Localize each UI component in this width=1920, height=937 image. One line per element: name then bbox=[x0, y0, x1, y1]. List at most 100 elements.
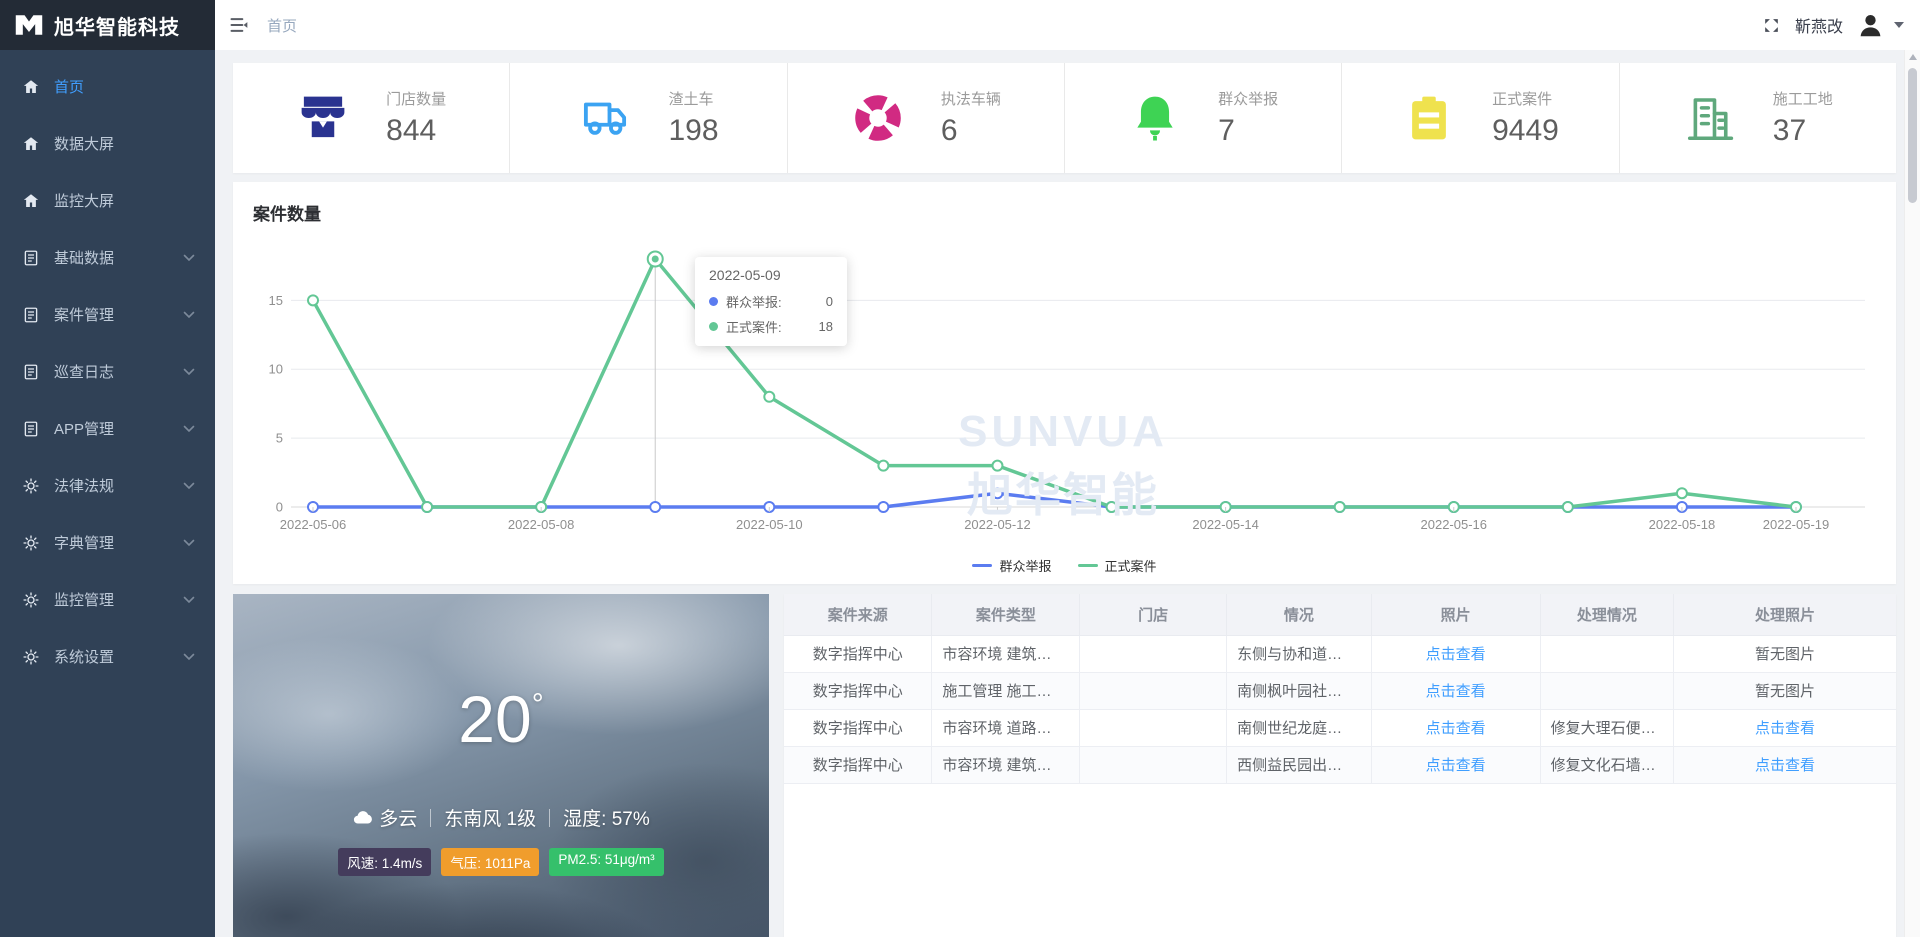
document-icon bbox=[22, 306, 40, 324]
sidebar-item-patrol-log[interactable]: 巡查日志 bbox=[0, 343, 215, 400]
table-cell: 暂无图片 bbox=[1674, 672, 1896, 709]
gear-icon bbox=[22, 477, 40, 495]
breadcrumb[interactable]: 首页 bbox=[267, 15, 297, 36]
svg-text:2022-05-08: 2022-05-08 bbox=[508, 517, 574, 532]
table-cell: 市容环境 道路… bbox=[932, 709, 1080, 746]
table-row: 数字指挥中心 市容环境 建筑… 东侧与协和道… 点击查看 暂无图片 bbox=[784, 635, 1896, 672]
table-header: 处理照片 bbox=[1674, 594, 1896, 635]
sidebar-item-label: 数据大屏 bbox=[54, 133, 114, 154]
table-cell-text: 修复文化石墙… bbox=[1551, 757, 1656, 774]
sidebar-item-case-mgmt[interactable]: 案件管理 bbox=[0, 286, 215, 343]
svg-text:2022-05-16: 2022-05-16 bbox=[1421, 517, 1488, 532]
case-table-card: 案件来源案件类型门店情况照片处理情况处理照片数字指挥中心市容环境 建筑…东侧与协… bbox=[784, 594, 1896, 937]
clipboard-icon bbox=[1402, 91, 1456, 145]
table-cell-text: 西侧益民园出… bbox=[1237, 757, 1342, 774]
building-icon bbox=[1683, 91, 1737, 145]
weather-badge: 气压: 1011Pa bbox=[441, 848, 539, 876]
legend-item[interactable]: 正式案件 bbox=[1078, 556, 1157, 575]
sidebar-toggle-icon[interactable] bbox=[229, 15, 249, 35]
temperature: 20° bbox=[458, 686, 543, 752]
view-photo-link[interactable]: 点击查看 bbox=[1426, 720, 1486, 737]
shop-icon bbox=[296, 91, 350, 145]
weather-humidity: 湿度: 57% bbox=[563, 804, 650, 831]
table-cell: 点击查看 bbox=[1674, 709, 1896, 746]
document-icon bbox=[22, 420, 40, 438]
scrollbar-thumb[interactable] bbox=[1908, 68, 1917, 203]
sidebar-item-dict-mgmt[interactable]: 字典管理 bbox=[0, 514, 215, 571]
table-row: 数字指挥中心施工管理 施工…南侧枫叶园社…点击查看暂无图片 bbox=[784, 672, 1896, 709]
avatar[interactable] bbox=[1857, 12, 1884, 39]
brand-logo-icon bbox=[14, 13, 44, 37]
sidebar-menu: 首页数据大屏监控大屏基础数据案件管理巡查日志APP管理法律法规字典管理监控管理系… bbox=[0, 50, 215, 685]
table-cell: 市容环境 建筑… bbox=[932, 635, 1080, 672]
home-icon bbox=[22, 192, 40, 210]
main-area: 首页 靳燕改 门店数量844渣土车198执法车辆6群众举报7正式案件9449施工… bbox=[215, 0, 1920, 937]
weather-card: 20° 多云 东南风 1级 湿度: 57% 风速: 1.4m/s气压: 1011… bbox=[233, 594, 769, 937]
sidebar-item-monitor-screen[interactable]: 监控大屏 bbox=[0, 172, 215, 229]
table-cell: 点击查看 bbox=[1371, 635, 1540, 672]
sidebar-item-home[interactable]: 首页 bbox=[0, 58, 215, 115]
sidebar-item-label: 基础数据 bbox=[54, 247, 114, 268]
weather-badges: 风速: 1.4m/s气压: 1011PaPM2.5: 51μg/m³ bbox=[338, 848, 663, 876]
sidebar-item-laws[interactable]: 法律法规 bbox=[0, 457, 215, 514]
table-cell-text: 数字指挥中心 bbox=[813, 646, 903, 663]
caret-down-icon[interactable] bbox=[1894, 22, 1904, 28]
table-cell: 暂无图片 bbox=[1674, 635, 1896, 672]
svg-text:5: 5 bbox=[276, 431, 283, 446]
view-photo-link[interactable]: 点击查看 bbox=[1426, 683, 1486, 700]
divider bbox=[430, 809, 431, 827]
weather-badge: PM2.5: 51μg/m³ bbox=[549, 848, 663, 876]
sidebar-item-label: 法律法规 bbox=[54, 475, 114, 496]
sidebar-item-label: 案件管理 bbox=[54, 304, 114, 325]
chevron-down-icon bbox=[183, 653, 195, 661]
chart-tooltip: 2022-05-09 群众举报: 0 正式案件: 18 bbox=[695, 257, 847, 346]
sidebar-item-data-screen[interactable]: 数据大屏 bbox=[0, 115, 215, 172]
stat-card-stores: 门店数量844 bbox=[233, 63, 509, 173]
scrollbar[interactable] bbox=[1904, 50, 1920, 937]
table-cell-text: 暂无图片 bbox=[1755, 683, 1815, 700]
table-header: 处理情况 bbox=[1540, 594, 1673, 635]
sidebar-item-monitor-mgmt[interactable]: 监控管理 bbox=[0, 571, 215, 628]
table-cell: 数字指挥中心 bbox=[784, 672, 932, 709]
username[interactable]: 靳燕改 bbox=[1795, 13, 1843, 37]
stat-value: 6 bbox=[941, 114, 1001, 148]
svg-text:10: 10 bbox=[269, 362, 283, 377]
fullscreen-icon[interactable] bbox=[1762, 16, 1781, 35]
stat-card-muck-trucks: 渣土车198 bbox=[509, 63, 786, 173]
table-cell bbox=[1540, 672, 1673, 709]
lifebuoy-icon bbox=[851, 91, 905, 145]
table-cell: 点击查看 bbox=[1371, 672, 1540, 709]
table-header: 照片 bbox=[1371, 594, 1540, 635]
svg-text:0: 0 bbox=[276, 500, 283, 515]
table-cell: 市容环境 建筑… bbox=[932, 746, 1080, 783]
truck-icon bbox=[578, 91, 632, 145]
view-photo-link[interactable]: 点击查看 bbox=[1755, 757, 1815, 774]
series-dot-icon bbox=[709, 322, 718, 331]
stat-card-law-vehicles: 执法车辆6 bbox=[787, 63, 1064, 173]
topbar-right: 靳燕改 bbox=[1762, 12, 1904, 39]
scroll-up-icon[interactable] bbox=[1909, 54, 1917, 60]
legend-item[interactable]: 群众举报 bbox=[972, 556, 1051, 575]
sidebar-item-app-mgmt[interactable]: APP管理 bbox=[0, 400, 215, 457]
sidebar-item-base-data[interactable]: 基础数据 bbox=[0, 229, 215, 286]
gear-icon bbox=[22, 534, 40, 552]
view-photo-link[interactable]: 点击查看 bbox=[1426, 646, 1486, 663]
stat-value: 844 bbox=[386, 114, 446, 148]
table-cell: 点击查看 bbox=[1674, 746, 1896, 783]
cloud-icon bbox=[352, 807, 374, 829]
table-cell: 南侧世纪龙庭… bbox=[1227, 709, 1372, 746]
table-cell-text: 数字指挥中心 bbox=[813, 757, 903, 774]
table-cell bbox=[1080, 635, 1227, 672]
view-photo-link[interactable]: 点击查看 bbox=[1426, 757, 1486, 774]
bell-icon bbox=[1128, 91, 1182, 145]
svg-text:2022-05-19: 2022-05-19 bbox=[1763, 517, 1830, 532]
series-dot-icon bbox=[709, 297, 718, 306]
legend-dash-icon bbox=[1078, 564, 1098, 567]
view-photo-link[interactable]: 点击查看 bbox=[1755, 720, 1815, 737]
table-cell-text: 东侧与协和道… bbox=[1237, 646, 1342, 663]
legend-label: 正式案件 bbox=[1105, 556, 1157, 575]
table-cell: 数字指挥中心 bbox=[784, 635, 932, 672]
content: 门店数量844渣土车198执法车辆6群众举报7正式案件9449施工工地37 案件… bbox=[215, 50, 1904, 937]
sidebar-item-sys-settings[interactable]: 系统设置 bbox=[0, 628, 215, 685]
stat-label: 正式案件 bbox=[1492, 88, 1559, 109]
